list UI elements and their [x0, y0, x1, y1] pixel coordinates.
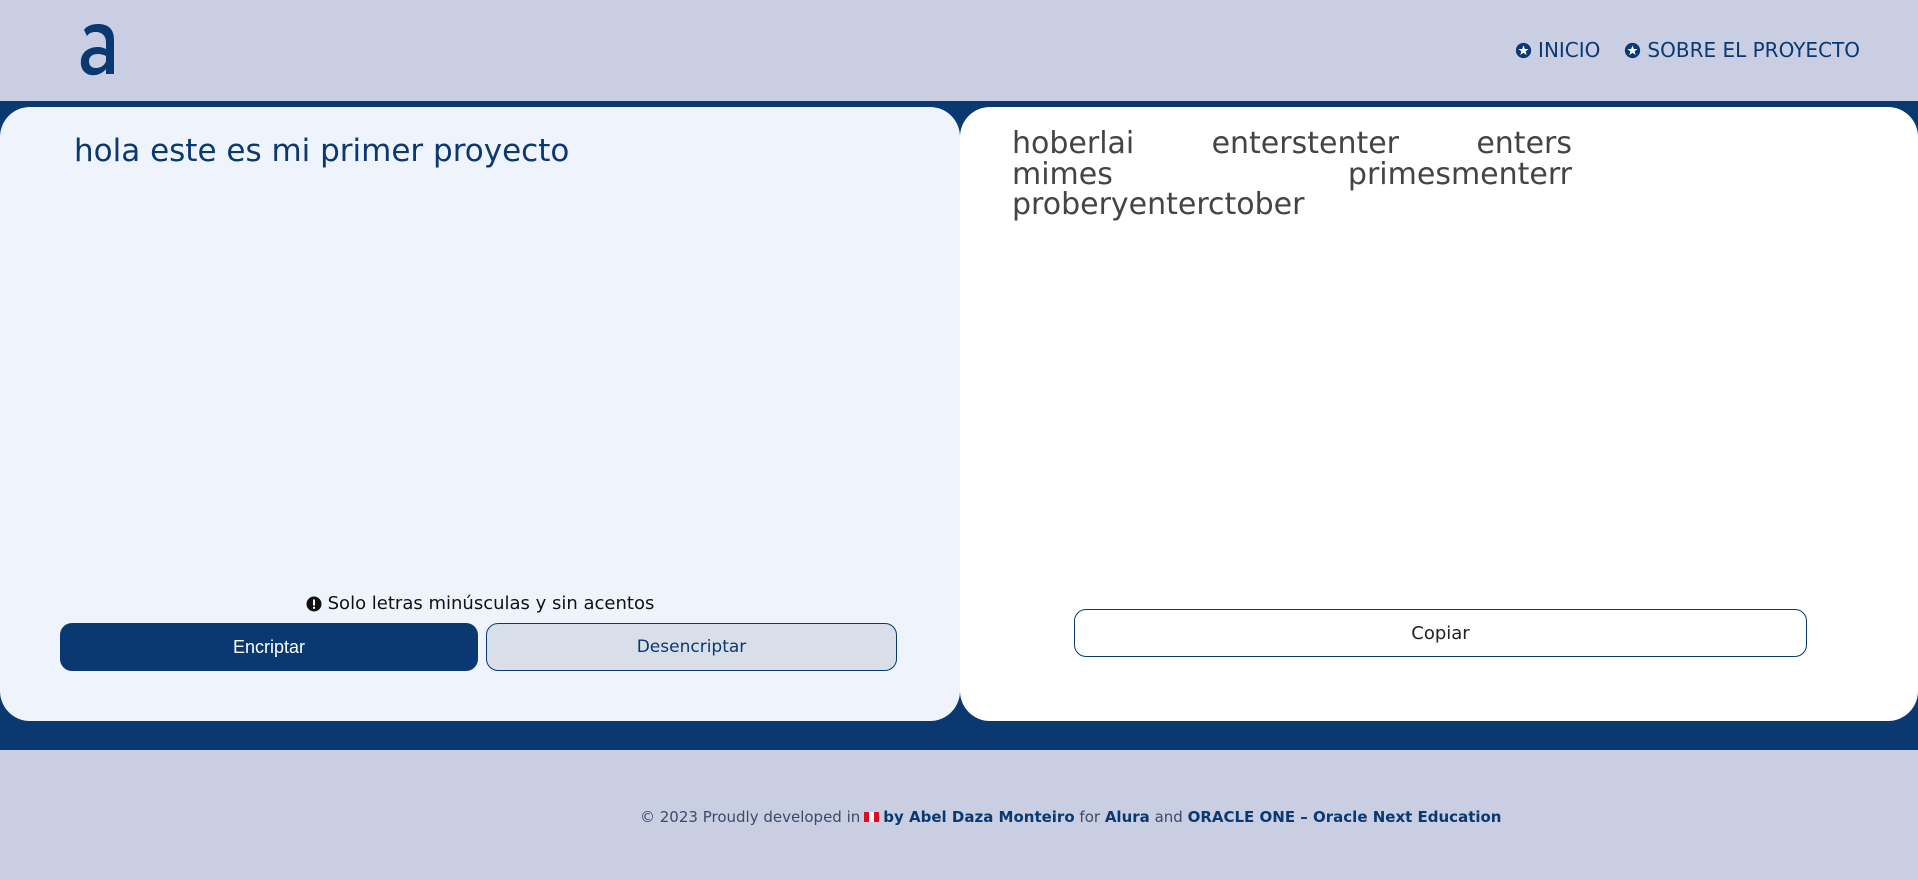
hint-text: Solo letras minúsculas y sin acentos	[327, 593, 655, 614]
copy-button[interactable]: Copiar	[1074, 609, 1807, 657]
footer-oracle-link[interactable]: ORACLE ONE – Oracle Next Education	[1188, 808, 1502, 826]
nav-item-sobre-el-proyecto[interactable]: SOBRE EL PROYECTO	[1624, 38, 1860, 62]
footer-and: and	[1154, 808, 1183, 826]
exclamation-circle-icon	[306, 596, 322, 611]
footer-prefix: © 2023 Proudly developed in	[640, 808, 861, 826]
peru-flag-icon	[864, 812, 880, 822]
footer: © 2023 Proudly developed in by Abel Daza…	[0, 750, 1918, 880]
main-nav: INICIO SOBRE EL PROYECTO	[1515, 38, 1860, 62]
encrypt-panel: hola este es mi primer proyecto Solo let…	[0, 107, 960, 721]
footer-for: for	[1079, 808, 1101, 826]
message-input[interactable]: hola este es mi primer proyecto	[74, 131, 894, 571]
nav-label-inicio: INICIO	[1538, 38, 1601, 62]
star-circle-icon	[1515, 42, 1532, 58]
nav-item-inicio[interactable]: INICIO	[1515, 38, 1600, 62]
footer-author-link[interactable]: by Abel Daza Monteiro	[883, 808, 1074, 826]
nav-label-sobre-el-proyecto: SOBRE EL PROYECTO	[1647, 38, 1860, 62]
footer-alura-link[interactable]: Alura	[1105, 808, 1150, 826]
alura-logo[interactable]	[78, 20, 118, 78]
footer-credits: © 2023 Proudly developed in by Abel Daza…	[640, 808, 1502, 826]
input-hint: Solo letras minúsculas y sin acentos	[0, 593, 960, 614]
header: INICIO SOBRE EL PROYECTO	[0, 0, 1918, 101]
main-section: hola este es mi primer proyecto Solo let…	[0, 101, 1918, 750]
output-panel: hoberlai enterstenter enters mimes prime…	[960, 107, 1918, 721]
encrypt-button[interactable]: Encriptar	[60, 623, 478, 671]
star-circle-icon	[1625, 42, 1641, 58]
output-text: hoberlai enterstenter enters mimes prime…	[1012, 126, 1572, 223]
decrypt-button[interactable]: Desencriptar	[486, 623, 897, 671]
